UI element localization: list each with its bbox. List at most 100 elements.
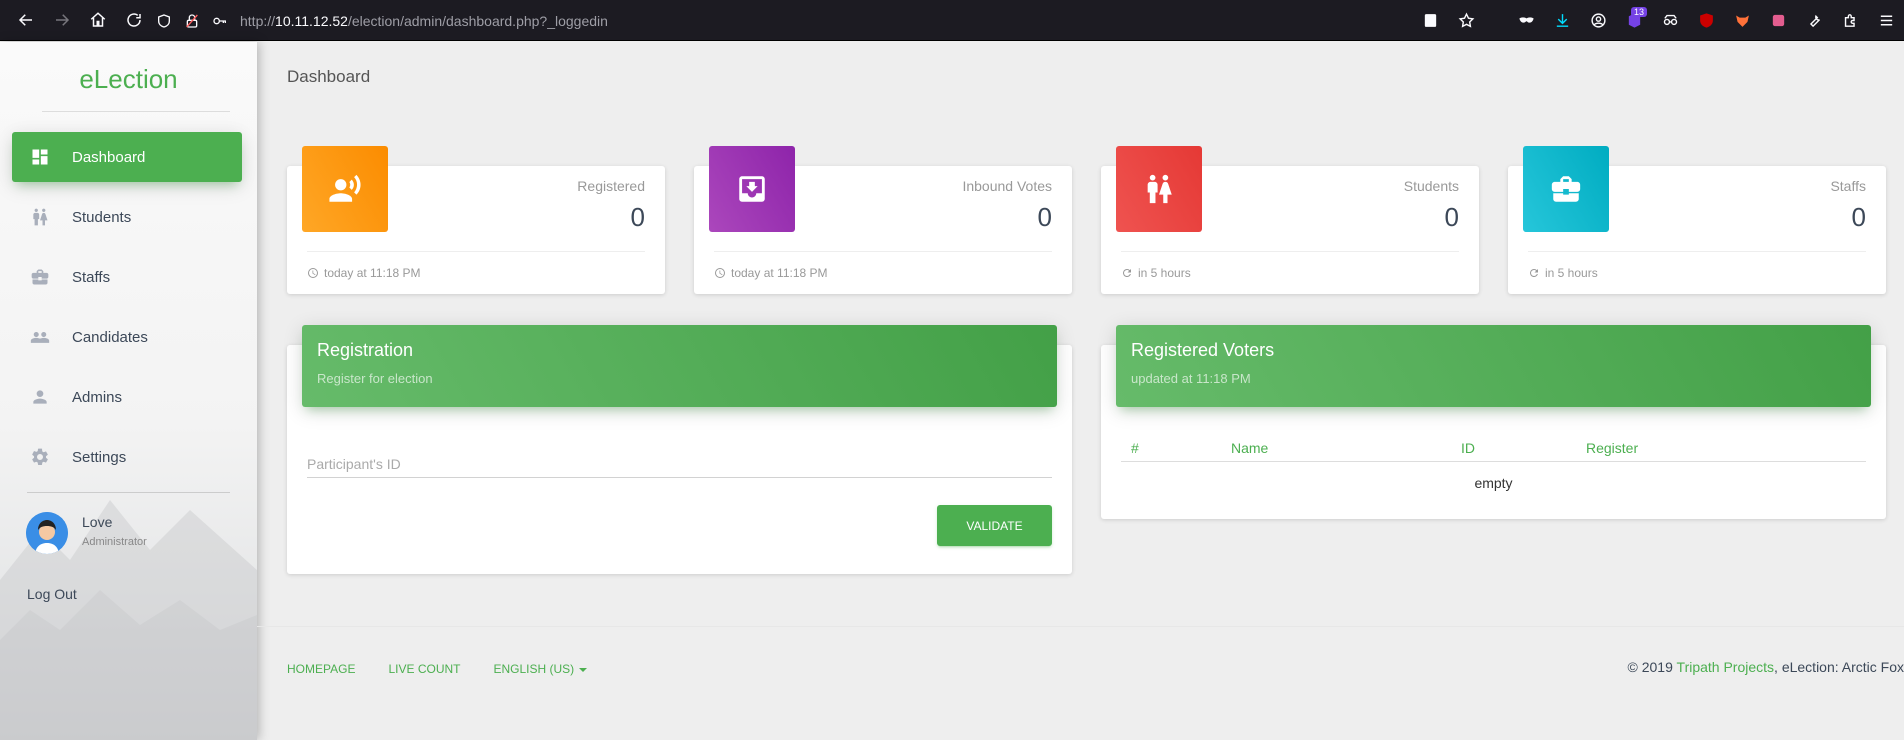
main-content: Dashboard Registered 0 today at 11:18 PM… — [257, 42, 1904, 740]
back-icon[interactable] — [8, 4, 44, 36]
account-icon[interactable] — [1580, 5, 1616, 37]
stat-footer: today at 11:18 PM — [714, 266, 828, 280]
address-bar[interactable]: http://10.11.12.52/election/admin/dashbo… — [150, 4, 1510, 37]
sidebar-item-staffs[interactable]: Staffs — [12, 252, 242, 302]
browser-extensions: 13 — [1412, 4, 1904, 37]
footer-divider — [257, 626, 1904, 627]
column-header-id[interactable]: ID — [1451, 440, 1576, 461]
stat-category: Staffs — [1830, 178, 1866, 194]
footer-nav: HOMEPAGE LIVE COUNT ENGLISH (US) — [287, 662, 587, 676]
voters-header: Registered Voters updated at 11:18 PM — [1116, 325, 1871, 407]
stat-value: 0 — [1851, 202, 1866, 232]
participant-id-input[interactable]: Participant's ID — [307, 450, 1052, 478]
stat-value: 0 — [1444, 202, 1459, 232]
stat-footer: in 5 hours — [1121, 266, 1191, 280]
copyright: © 2019 Tripath Projects, eLection: Arcti… — [1628, 659, 1904, 675]
extension-counter-icon[interactable]: 13 — [1616, 5, 1652, 37]
user-info: Love Administrator — [82, 514, 147, 548]
inbox-icon — [739, 176, 765, 202]
home-icon[interactable] — [80, 4, 116, 36]
voters-title: Registered Voters — [1131, 340, 1275, 360]
clock-icon — [715, 268, 725, 278]
sidebar-item-students[interactable]: Students — [12, 192, 242, 242]
reader-view-icon[interactable] — [1412, 5, 1448, 37]
stat-card-inbound-votes: Inbound Votes 0 today at 11:18 PM — [694, 146, 1072, 294]
stat-divider — [307, 251, 645, 252]
extension-badge: 13 — [1630, 6, 1647, 17]
bookmark-star-icon[interactable] — [1448, 5, 1484, 37]
stat-divider — [714, 251, 1052, 252]
validate-button[interactable]: VALIDATE — [937, 505, 1052, 546]
extensions-puzzle-icon[interactable] — [1832, 5, 1868, 37]
key-icon[interactable] — [206, 7, 234, 35]
voters-table-header: # Name ID Register — [1121, 440, 1866, 462]
stat-footer-text: today at 11:18 PM — [324, 266, 421, 280]
footer-link-live-count[interactable]: LIVE COUNT — [388, 662, 460, 676]
hamburger-menu-icon[interactable] — [1868, 5, 1904, 37]
stat-icon-box — [709, 146, 795, 232]
sidebar-menu: Dashboard Students Staffs Candidates Adm… — [12, 132, 242, 492]
user-role: Administrator — [82, 536, 147, 548]
column-header-register[interactable]: Register — [1576, 440, 1776, 461]
dashboard-icon — [30, 147, 50, 167]
stat-category: Students — [1403, 178, 1459, 194]
language-dropdown[interactable]: ENGLISH (US) — [493, 662, 587, 676]
stat-footer: in 5 hours — [1528, 266, 1598, 280]
sidebar-item-dashboard[interactable]: Dashboard — [12, 132, 242, 182]
brand-logo[interactable]: eLection — [0, 64, 257, 95]
spy-glasses-icon[interactable] — [1652, 5, 1688, 37]
url-prefix: http:// — [240, 12, 276, 29]
brand-divider — [42, 111, 230, 112]
stat-footer-text: in 5 hours — [1138, 266, 1191, 280]
registration-card: Registration Register for election Parti… — [287, 325, 1072, 574]
sidebar-item-label: Settings — [72, 448, 127, 466]
stat-card-staffs: Staffs 0 in 5 hours — [1508, 146, 1886, 294]
copyright-prefix: © 2019 — [1627, 659, 1677, 675]
footer-link-homepage[interactable]: HOMEPAGE — [287, 662, 355, 676]
refresh-icon — [1122, 269, 1131, 277]
url-text[interactable]: http://10.11.12.52/election/admin/dashbo… — [240, 13, 608, 29]
voters-subtitle: updated at 11:18 PM — [1131, 371, 1251, 386]
page-title: Dashboard — [287, 67, 371, 86]
forward-icon[interactable] — [44, 4, 80, 36]
ublock-icon[interactable] — [1688, 5, 1724, 37]
shield-icon[interactable] — [150, 7, 178, 35]
copyright-link[interactable]: Tripath Projects — [1677, 659, 1775, 675]
refresh-icon — [1529, 269, 1538, 277]
copyright-suffix: , eLection: Arctic Fox — [1774, 659, 1904, 675]
download-icon[interactable] — [1544, 5, 1580, 37]
wc-icon — [1147, 174, 1172, 204]
stat-category: Registered — [577, 178, 645, 194]
sidebar-item-label: Candidates — [72, 328, 148, 346]
students-icon — [30, 207, 50, 227]
sidebar-item-admins[interactable]: Admins — [12, 372, 242, 422]
registration-title: Registration — [317, 340, 414, 360]
column-header-number[interactable]: # — [1121, 440, 1221, 461]
logout-link[interactable]: Log Out — [27, 586, 77, 602]
voice-icon — [329, 174, 361, 202]
sidebar-item-label: Dashboard — [72, 148, 146, 166]
sidebar-item-settings[interactable]: Settings — [12, 432, 242, 482]
people-icon — [30, 327, 50, 347]
user-avatar-icon — [26, 512, 68, 554]
wrench-icon[interactable] — [1796, 5, 1832, 37]
cookie-extension-icon[interactable] — [1760, 5, 1796, 37]
stat-icon-box — [1523, 146, 1609, 232]
sidebar-item-candidates[interactable]: Candidates — [12, 312, 242, 362]
registration-subtitle: Register for election — [317, 371, 433, 386]
briefcase-icon — [30, 267, 50, 287]
stat-value: 0 — [630, 202, 645, 232]
stat-card-students: Students 0 in 5 hours — [1101, 146, 1479, 294]
sidebar: eLection Dashboard Students Staffs Candi… — [0, 42, 257, 740]
stat-icon-box — [302, 146, 388, 232]
fox-extension-icon[interactable] — [1724, 5, 1760, 37]
user-profile[interactable]: Love Administrator — [26, 512, 147, 554]
reload-icon[interactable] — [116, 4, 152, 36]
column-header-name[interactable]: Name — [1221, 440, 1451, 461]
stat-footer: today at 11:18 PM — [307, 266, 421, 280]
avatar[interactable] — [26, 512, 68, 554]
private-mask-icon[interactable] — [1508, 5, 1544, 37]
browser-nav — [8, 4, 152, 36]
insecure-lock-icon[interactable] — [178, 7, 206, 35]
